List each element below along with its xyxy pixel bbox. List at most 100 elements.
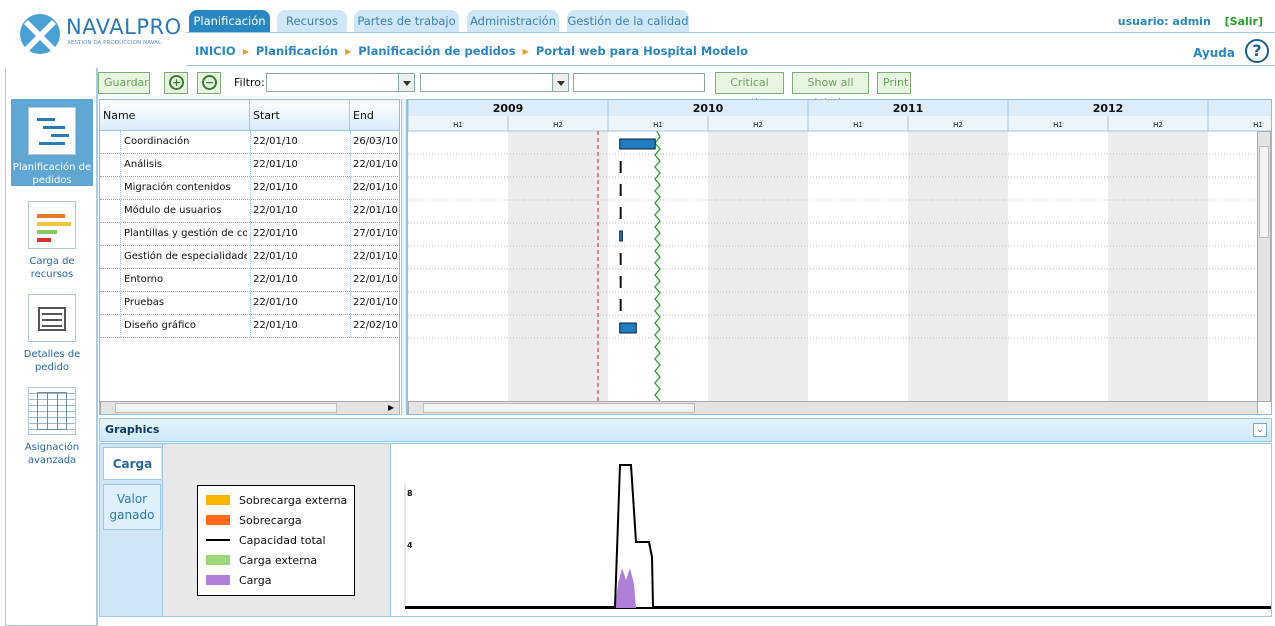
column-header-start[interactable]: Start — [250, 100, 350, 131]
filter-type-combobox[interactable] — [420, 73, 569, 92]
tab-partes-de-trabajo[interactable]: Partes de trabajo — [354, 10, 459, 32]
tab-planificacion[interactable]: Planificación — [189, 10, 270, 32]
table-row[interactable]: Migración contenidos 22/01/10 22/01/10 — [100, 177, 399, 200]
perspective-label: Detalles de pedido — [23, 349, 81, 373]
help-icon[interactable]: ? — [1245, 39, 1269, 63]
legend-swatch — [206, 515, 230, 525]
task-name-cell: Entorno — [124, 274, 164, 285]
breadcrumb-item[interactable]: Planificación — [256, 44, 338, 58]
perspective-detalles-pedido[interactable]: Detalles de pedido — [11, 286, 93, 373]
carga-area — [615, 568, 636, 608]
half-label: H1 — [653, 121, 663, 129]
legend-label: Carga — [239, 574, 272, 587]
capacity-line — [405, 464, 1271, 608]
column-header-end[interactable]: End — [350, 100, 399, 131]
table-row[interactable]: Gestión de especialidades 22/01/10 22/01/1… — [100, 246, 399, 269]
task-name-cell: Pruebas — [124, 297, 165, 308]
gantt-icon — [28, 107, 76, 155]
task-end-cell: 27/01/10 — [353, 228, 398, 239]
legend-label: Carga externa — [239, 554, 318, 567]
perspective-asignacion-avanzada[interactable]: Asignación avanzada — [11, 379, 93, 466]
perspective-label: Planificación de pedidos — [12, 162, 92, 186]
year-label: 2009 — [493, 102, 524, 115]
critical-path-button[interactable]: Critical path — [715, 72, 784, 109]
cell-separator — [350, 315, 351, 337]
zoom-out-button[interactable]: − — [197, 72, 221, 94]
cell-separator — [250, 269, 251, 291]
task-name-cell: Diseño gráfico — [124, 320, 196, 331]
cell-separator — [120, 269, 121, 291]
tab-recursos[interactable]: Recursos — [277, 10, 347, 32]
logo-icon — [20, 14, 60, 54]
half-year-shade — [508, 131, 608, 401]
chevron-down-icon[interactable] — [398, 74, 414, 91]
table-row[interactable]: Diseño gráfico 22/01/10 22/02/10 — [100, 315, 399, 338]
legend-item: Carga — [206, 574, 271, 588]
print-button[interactable]: Print — [877, 72, 911, 94]
breadcrumb-item[interactable]: Portal web para Hospital Modelo — [536, 44, 748, 58]
column-header-name[interactable]: Name — [100, 100, 250, 131]
gantt-chart: 2009 2010 2011 2012 H1 H2 H1 H2 H1 H2 H1 H2 H1 — [407, 99, 1272, 415]
cell-separator — [120, 246, 121, 268]
collapse-icon[interactable]: ⌄ — [1253, 423, 1267, 437]
username-label: usuario: admin — [1117, 15, 1211, 28]
logout-link[interactable]: [Salir] — [1225, 15, 1263, 28]
milestone-marker — [619, 184, 622, 196]
perspective-label: Carga de recursos — [29, 256, 75, 280]
breadcrumb: INICIO ▶ Planificación ▶ Planificación de pe… — [195, 44, 749, 58]
cell-separator — [350, 246, 351, 268]
perspective-planificacion[interactable]: Planificación de pedidos — [11, 99, 93, 186]
legend-label: Capacidad total — [239, 534, 326, 547]
filter-combobox[interactable] — [266, 73, 415, 92]
zoom-in-button[interactable]: + — [164, 72, 188, 94]
gantt-vertical-scrollbar[interactable] — [1257, 131, 1271, 402]
timeline-year-band — [408, 100, 1271, 116]
tab-gestion-calidad[interactable]: Gestión de la calidad — [567, 10, 689, 32]
tab-carga[interactable]: Carga — [103, 447, 161, 480]
task-name-cell: Gestión de especialidades — [124, 251, 247, 262]
table-row[interactable]: Análisis 22/01/10 22/01/10 — [100, 154, 399, 177]
table-row[interactable]: Pruebas 22/01/10 22/01/10 — [100, 292, 399, 315]
table-row[interactable]: Entorno 22/01/10 22/01/10 — [100, 269, 399, 292]
navalpro-logo: NAVALPRO XESTION DA PRODUCCION NAVAL — [18, 12, 181, 56]
legend-swatch — [206, 555, 230, 565]
cell-separator — [350, 223, 351, 245]
task-bar — [619, 230, 623, 242]
help-link[interactable]: Ayuda — [1193, 46, 1235, 60]
resource-load-icon — [28, 201, 76, 249]
task-start-cell: 22/01/10 — [253, 251, 298, 262]
gantt-horizontal-scrollbar[interactable] — [408, 401, 1258, 414]
breadcrumb-item[interactable]: INICIO — [195, 44, 236, 58]
task-start-cell: 22/01/10 — [253, 159, 298, 170]
save-button[interactable]: Guardar — [98, 72, 150, 94]
table-row[interactable]: Plantillas y gestión de con 22/01/10 27/01… — [100, 223, 399, 246]
perspective-carga-recursos[interactable]: Carga de recursos — [11, 193, 93, 280]
task-start-cell: 22/01/10 — [253, 182, 298, 193]
show-all-labels-button[interactable]: Show all labels — [792, 72, 869, 109]
task-end-cell: 26/03/10 — [353, 136, 398, 147]
legend-item: Sobrecarga — [206, 514, 302, 528]
task-start-cell: 22/01/10 — [253, 297, 298, 308]
task-start-cell: 22/01/10 — [253, 136, 298, 147]
legend-swatch — [206, 495, 230, 505]
milestone-marker — [619, 253, 622, 265]
cell-separator — [350, 292, 351, 314]
legend-item: Sobrecarga externa — [206, 494, 347, 508]
legend-area: Sobrecarga externa Sobrecarga Capacidad to… — [163, 443, 390, 617]
table-row[interactable]: Módulo de usuarios 22/01/10 22/01/10 — [100, 200, 399, 223]
cell-separator — [120, 223, 121, 245]
breadcrumb-bar: INICIO ▶ Planificación ▶ Planificación de pe… — [186, 32, 1275, 66]
tab-valor-ganado[interactable]: Valor ganado — [103, 484, 161, 530]
cell-separator — [350, 269, 351, 291]
half-label: H1 — [1053, 121, 1063, 129]
cell-separator — [250, 223, 251, 245]
breadcrumb-item[interactable]: Planificación de pedidos — [358, 44, 515, 58]
cell-separator — [120, 315, 121, 337]
table-row[interactable]: Coordinación 22/01/10 26/03/10 — [100, 131, 399, 154]
chevron-down-icon[interactable] — [552, 74, 568, 91]
filter-search-input[interactable] — [573, 73, 705, 92]
order-details-icon — [28, 294, 76, 342]
chart-legend: Sobrecarga externa Sobrecarga Capacidad to… — [197, 485, 355, 596]
tab-administracion[interactable]: Administración — [467, 10, 559, 32]
task-list-scrollbar[interactable]: ▶ — [100, 401, 399, 414]
